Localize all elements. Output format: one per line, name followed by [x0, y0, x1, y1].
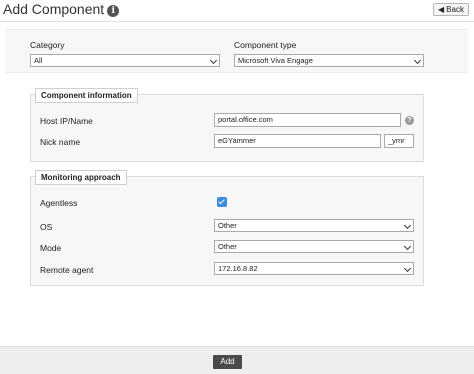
component-type-select-value: Microsoft Viva Engage: [238, 56, 313, 65]
component-type-label: Component type: [234, 40, 297, 50]
component-information-section: Component information Host IP/Name porta…: [30, 88, 424, 162]
nick-name-input[interactable]: eGYammer: [214, 134, 381, 148]
os-label: OS: [40, 222, 53, 232]
host-input[interactable]: portal.office.com: [214, 113, 401, 127]
mode-label: Mode: [40, 243, 62, 253]
host-label: Host IP/Name: [40, 116, 93, 126]
back-button-label: Back: [446, 5, 464, 14]
question-icon[interactable]: ?: [405, 116, 414, 125]
remote-agent-select-value: 172.16.8.82: [218, 264, 258, 273]
category-label: Category: [30, 40, 65, 50]
nick-name-suffix-value: _ymr: [388, 136, 405, 145]
component-information-legend: Component information: [35, 88, 138, 103]
nick-name-input-value: eGYammer: [218, 136, 256, 145]
agentless-label: Agentless: [40, 198, 78, 208]
page-title-text: Add Component: [3, 1, 105, 17]
component-selection-panel: Category All Component type Microsoft Vi…: [5, 29, 468, 73]
agentless-checkbox[interactable]: [217, 197, 227, 207]
category-select-value: All: [34, 56, 43, 65]
remote-agent-select[interactable]: 172.16.8.82: [214, 262, 414, 275]
header-divider: [0, 21, 474, 22]
host-input-value: portal.office.com: [218, 115, 273, 124]
nick-name-label: Nick name: [40, 137, 81, 147]
chevron-down-icon: [209, 56, 218, 65]
chevron-down-icon: [403, 242, 412, 251]
nick-name-suffix-input[interactable]: _ymr: [384, 134, 414, 148]
component-type-select[interactable]: Microsoft Viva Engage: [234, 54, 424, 67]
category-select[interactable]: All: [30, 54, 220, 67]
chevron-down-icon: [403, 221, 412, 230]
os-select[interactable]: Other: [214, 219, 414, 232]
add-button[interactable]: Add: [213, 355, 242, 369]
mode-select[interactable]: Other: [214, 240, 414, 253]
check-icon: [218, 197, 225, 205]
page-title: Add Component i: [3, 0, 120, 18]
header: Add Component i ◀ Back: [0, 0, 474, 20]
back-button[interactable]: ◀ Back: [433, 3, 469, 16]
remote-agent-label: Remote agent: [40, 265, 94, 275]
info-icon[interactable]: i: [107, 5, 120, 17]
monitoring-approach-legend: Monitoring approach: [35, 170, 127, 185]
arrow-left-icon: ◀: [438, 5, 445, 14]
chevron-down-icon: [413, 56, 422, 65]
mode-select-value: Other: [218, 242, 237, 251]
chevron-down-icon: [403, 264, 412, 273]
os-select-value: Other: [218, 221, 237, 230]
monitoring-approach-section: Monitoring approach Agentless OS Other M…: [30, 170, 424, 286]
